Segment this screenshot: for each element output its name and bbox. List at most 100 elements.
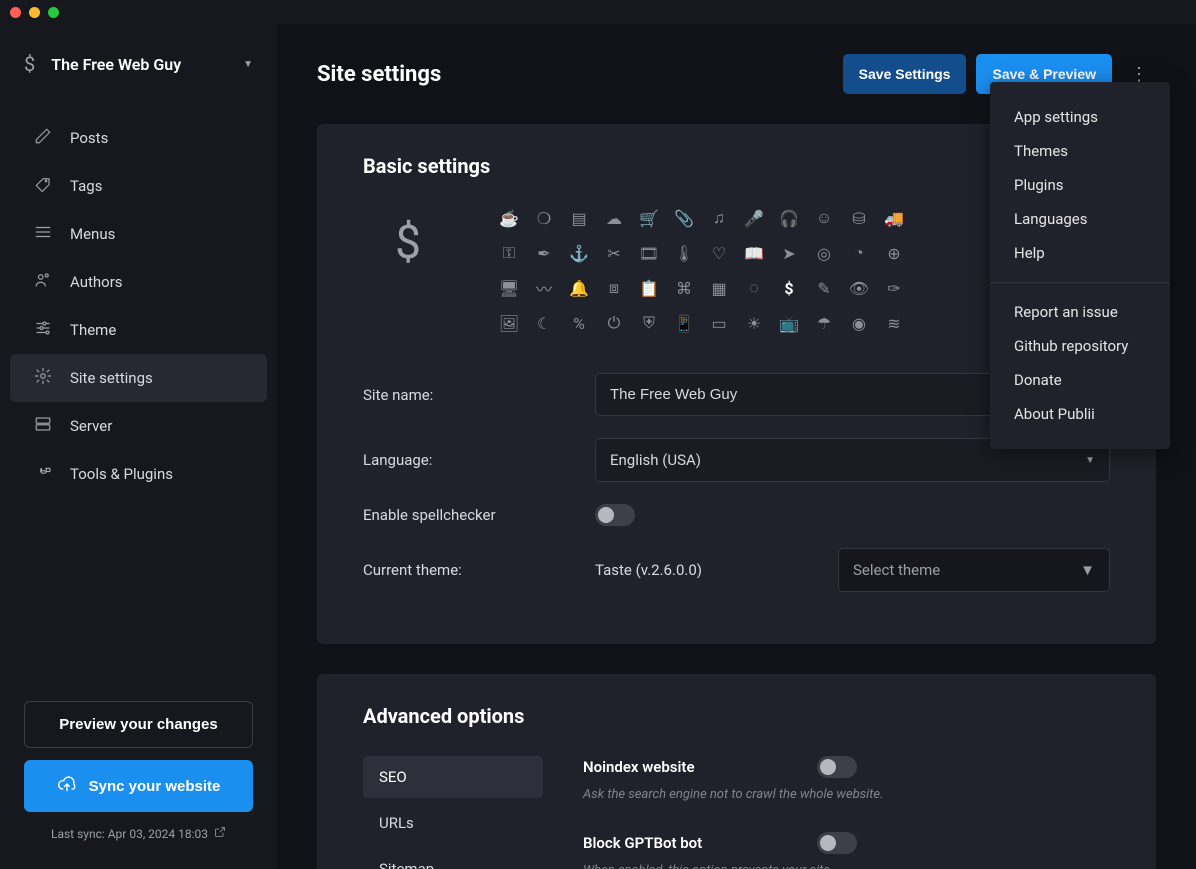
menu-languages[interactable]: Languages	[990, 202, 1170, 236]
menu-plugins[interactable]: Plugins	[990, 168, 1170, 202]
sidebar-item-server[interactable]: Server	[10, 402, 267, 450]
cart-icon[interactable]: 🛒	[637, 206, 661, 230]
gptbot-help: When enabled, this option prevents your …	[583, 862, 1110, 869]
globe-icon[interactable]: ⊕	[882, 241, 906, 265]
headphones-icon[interactable]: 🎧	[777, 206, 801, 230]
film-icon[interactable]: 🎞	[637, 241, 661, 265]
layers-icon[interactable]: ≋	[882, 311, 906, 335]
noindex-toggle[interactable]	[817, 756, 857, 778]
tab-sitemap[interactable]: Sitemap	[363, 848, 543, 869]
scissors-icon[interactable]: ✂	[602, 241, 626, 265]
eye-icon[interactable]: 👁	[847, 276, 871, 300]
menu-themes[interactable]: Themes	[990, 134, 1170, 168]
theme-label: Current theme:	[363, 561, 595, 579]
advanced-panel-title: Advanced options	[363, 704, 1110, 728]
clipboard-icon[interactable]: 📋	[637, 276, 661, 300]
moon-icon[interactable]: ☾	[532, 311, 556, 335]
key-icon[interactable]: ⚿	[497, 241, 521, 265]
site-switcher[interactable]: $ The Free Web Guy ▼	[0, 42, 277, 94]
server-icon	[34, 415, 52, 437]
titlebar	[0, 0, 1196, 24]
power-icon[interactable]: ⏻	[602, 311, 626, 335]
spellchecker-toggle[interactable]	[595, 504, 635, 526]
tab-seo[interactable]: SEO	[363, 756, 543, 798]
menu-about[interactable]: About Publii	[990, 397, 1170, 431]
edit-icon[interactable]: ✎	[812, 276, 836, 300]
pencil-icon	[34, 127, 52, 149]
pie-icon[interactable]: ◔	[847, 241, 871, 265]
menu-report-issue[interactable]: Report an issue	[990, 295, 1170, 329]
music-icon[interactable]: ♫	[707, 206, 731, 230]
sidebar-item-posts[interactable]: Posts	[10, 114, 267, 162]
shield-icon[interactable]: ⛨	[637, 311, 661, 335]
sun-icon[interactable]: ☀	[742, 311, 766, 335]
menu-app-settings[interactable]: App settings	[990, 100, 1170, 134]
calendar-icon[interactable]: ▤	[567, 206, 591, 230]
gptbot-toggle[interactable]	[817, 832, 857, 854]
sidebar-item-authors[interactable]: Authors	[10, 258, 267, 306]
smile-icon[interactable]: ☺	[812, 206, 836, 230]
archive-icon[interactable]: ⧈	[602, 276, 626, 300]
attachment-icon[interactable]: 📎	[672, 206, 696, 230]
language-label: Language:	[363, 451, 595, 469]
send-icon[interactable]: ➤	[777, 241, 801, 265]
image-icon[interactable]: 🖼	[497, 311, 521, 335]
cloud-icon[interactable]: ☁	[602, 206, 626, 230]
command-icon[interactable]: ⌘	[672, 276, 696, 300]
pen-icon[interactable]: ✒	[532, 241, 556, 265]
sidebar-item-tools[interactable]: Tools & Plugins	[10, 450, 267, 498]
sync-label: Sync your website	[89, 778, 221, 795]
drop-icon[interactable]: ◌	[742, 276, 766, 300]
menu-github[interactable]: Github repository	[990, 329, 1170, 363]
activity-icon[interactable]: 〰	[532, 276, 556, 300]
maximize-window-icon[interactable]	[48, 7, 59, 18]
coffee-icon[interactable]: ☕	[497, 206, 521, 230]
tab-urls[interactable]: URLs	[363, 802, 543, 844]
theme-select[interactable]: Select theme ▼	[838, 548, 1110, 592]
chevron-down-icon: ▼	[1080, 561, 1095, 579]
sidebar-item-site-settings[interactable]: Site settings	[10, 354, 267, 402]
site-name-label: Site name:	[363, 386, 595, 404]
anchor-icon[interactable]: ⚓	[567, 241, 591, 265]
thermometer-icon[interactable]: 🌡	[672, 241, 696, 265]
nav-label: Tags	[70, 177, 102, 195]
badge-icon[interactable]: ❍	[532, 206, 556, 230]
tv-icon[interactable]: 📺	[777, 311, 801, 335]
sidebar-item-menus[interactable]: Menus	[10, 210, 267, 258]
external-link-icon[interactable]	[214, 826, 226, 841]
wifi-icon[interactable]: ◉	[847, 311, 871, 335]
sidebar-item-theme[interactable]: Theme	[10, 306, 267, 354]
nav-label: Posts	[70, 129, 108, 147]
dollar-icon[interactable]: $	[777, 276, 801, 300]
sidebar-footer: Preview your changes Sync your website L…	[0, 701, 277, 851]
cpu-icon[interactable]: ▦	[707, 276, 731, 300]
truck-icon[interactable]: 🚚	[882, 206, 906, 230]
book-icon[interactable]: 📖	[742, 241, 766, 265]
feather-icon[interactable]: ✑	[882, 276, 906, 300]
database-icon[interactable]: ⛁	[847, 206, 871, 230]
dollar-icon: $	[24, 52, 35, 76]
theme-value: Taste (v.2.6.0.0)	[595, 561, 820, 579]
compass-icon[interactable]: ◎	[812, 241, 836, 265]
bell-icon[interactable]: 🔔	[567, 276, 591, 300]
tablet-icon[interactable]: ▭	[707, 311, 731, 335]
percent-icon[interactable]: %	[567, 311, 591, 335]
icon-grid: ☕ ❍ ▤ ☁ 🛒 📎 ♫ 🎤 🎧 ☺ ⛁ 🚚 ⚿ ✒ ⚓ ✂ 🎞	[497, 206, 906, 335]
save-settings-button[interactable]: Save Settings	[843, 54, 967, 94]
mic-icon[interactable]: 🎤	[742, 206, 766, 230]
noindex-help: Ask the search engine not to crawl the w…	[583, 786, 1110, 804]
sidebar-item-tags[interactable]: Tags	[10, 162, 267, 210]
sidebar: $ The Free Web Guy ▼ Posts Tags Menus Au…	[0, 24, 277, 869]
preview-changes-button[interactable]: Preview your changes	[24, 701, 253, 748]
noindex-label: Noindex website	[583, 758, 799, 776]
menu-help[interactable]: Help	[990, 236, 1170, 270]
close-window-icon[interactable]	[10, 7, 21, 18]
minimize-window-icon[interactable]	[29, 7, 40, 18]
monitor-icon[interactable]: 🖥	[497, 276, 521, 300]
sync-website-button[interactable]: Sync your website	[24, 760, 253, 812]
nav-label: Authors	[70, 273, 123, 291]
umbrella-icon[interactable]: ☂	[812, 311, 836, 335]
smartphone-icon[interactable]: 📱	[672, 311, 696, 335]
heart-icon[interactable]: ♡	[707, 241, 731, 265]
menu-donate[interactable]: Donate	[990, 363, 1170, 397]
